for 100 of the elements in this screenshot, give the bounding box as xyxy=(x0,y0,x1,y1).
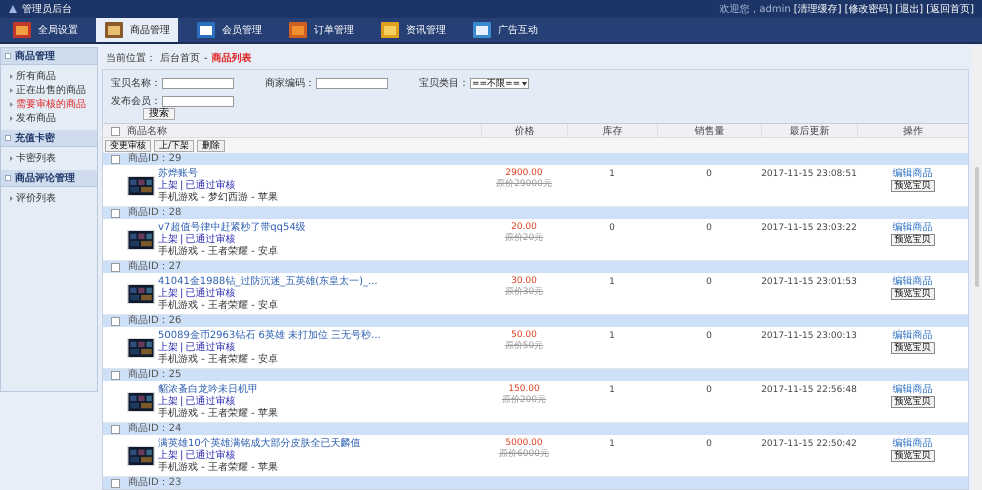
breadcrumb-link[interactable]: 后台首页 xyxy=(160,50,200,66)
input-field[interactable] xyxy=(316,78,388,89)
status-link[interactable]: 上架 xyxy=(158,288,178,300)
sidebar-link[interactable]: 发布商品 xyxy=(10,112,97,125)
product-title[interactable]: 苏烨账号 xyxy=(158,168,278,180)
edit-link[interactable]: 编辑商品 xyxy=(892,438,932,449)
nav-tab[interactable]: 商品管理 xyxy=(96,18,178,42)
checkbox[interactable] xyxy=(111,154,120,164)
input-field[interactable] xyxy=(162,78,234,89)
status-link[interactable]: 上架 xyxy=(158,396,178,408)
dropdown-icon xyxy=(522,82,528,86)
checkbox[interactable] xyxy=(111,262,120,272)
sidebar-link[interactable]: 需要审核的商品 xyxy=(10,98,97,111)
header-link[interactable]: [退出] xyxy=(895,2,924,16)
sidebar-group-header[interactable]: 充值卡密 xyxy=(1,130,97,147)
review-link[interactable]: 已通过审核 xyxy=(185,450,236,462)
preview-button[interactable]: 预览宝贝 xyxy=(890,180,934,192)
header-link[interactable]: [返回首页] xyxy=(926,2,974,16)
sales-count: 0 xyxy=(705,222,713,235)
review-link[interactable]: 已通过审核 xyxy=(185,288,236,300)
preview-button[interactable]: 预览宝贝 xyxy=(890,450,934,462)
updated-time: 2017-11-15 23:01:53 xyxy=(761,276,857,289)
product-title[interactable]: 满英雄10个英雄满铭成大部分皮肤全已天麟值 xyxy=(158,438,361,450)
price: 2900.00 xyxy=(505,168,543,178)
product-id: 商品ID：25 xyxy=(128,370,182,380)
separator: | xyxy=(180,288,184,300)
column-header: 商品名称 xyxy=(127,124,168,139)
preview-button[interactable]: 预览宝贝 xyxy=(890,288,934,300)
checkbox[interactable] xyxy=(111,316,120,326)
status-link[interactable]: 上架 xyxy=(158,180,178,192)
bulk-action-button[interactable]: 删除 xyxy=(197,140,226,152)
sidebar-group-header[interactable]: 商品管理 xyxy=(1,48,97,65)
sales-count: 0 xyxy=(705,438,713,451)
nav-tab[interactable]: 会员管理 xyxy=(188,18,270,42)
nav-tab[interactable]: 全局设置 xyxy=(4,18,86,42)
sidebar-link[interactable]: 正在出售的商品 xyxy=(10,84,97,97)
stock-count: 1 xyxy=(608,330,616,343)
status-link[interactable]: 上架 xyxy=(158,450,178,462)
sales-count: 0 xyxy=(705,168,713,181)
search-button[interactable]: 搜索 xyxy=(143,108,175,120)
sidebar-group-header[interactable]: 商品评论管理 xyxy=(1,170,97,187)
edit-link[interactable]: 编辑商品 xyxy=(892,384,932,395)
original-price: 原价20元 xyxy=(504,233,544,244)
logo-icon xyxy=(8,4,18,14)
header-link[interactable]: [清理缓存] xyxy=(794,2,842,16)
original-price: 原价50元 xyxy=(504,341,544,352)
category-text: 手机游戏 - 梦幻西游 - 苹果 xyxy=(158,192,278,204)
edit-link[interactable]: 编辑商品 xyxy=(892,222,932,233)
header-link[interactable]: [修改密码] xyxy=(844,2,892,16)
tab-icon xyxy=(380,21,400,39)
price: 30.00 xyxy=(511,276,537,286)
review-link[interactable]: 已通过审核 xyxy=(185,234,236,246)
product-title[interactable]: 41041金1988钻_过防沉迷_五英雄(东皇太一)_... xyxy=(158,276,378,288)
tab-icon xyxy=(12,21,32,39)
field-label: 发布会员： xyxy=(111,95,161,108)
sidebar-link[interactable]: 评价列表 xyxy=(10,192,97,205)
breadcrumb-label: 当前位置： xyxy=(106,52,156,66)
preview-button[interactable]: 预览宝贝 xyxy=(890,234,934,246)
checkbox[interactable] xyxy=(111,478,120,488)
edit-link[interactable]: 编辑商品 xyxy=(892,276,932,287)
field-label: 宝贝类目： xyxy=(419,76,469,91)
select-field[interactable]: ==不限== xyxy=(470,78,530,89)
product-id: 商品ID：29 xyxy=(128,154,182,164)
preview-button[interactable]: 预览宝贝 xyxy=(890,396,934,408)
product-title[interactable]: 50089金币2963钻石 6英雄 未打加位 三无号秒... xyxy=(158,330,381,342)
category-text: 手机游戏 - 王者荣耀 - 苹果 xyxy=(158,462,279,474)
sales-count: 0 xyxy=(705,276,713,289)
review-link[interactable]: 已通过审核 xyxy=(185,180,236,192)
tab-icon xyxy=(288,21,308,39)
bulk-action-button[interactable]: 上/下架 xyxy=(154,140,194,152)
nav-tab[interactable]: 订单管理 xyxy=(280,18,362,42)
preview-button[interactable]: 预览宝贝 xyxy=(890,342,934,354)
edit-link[interactable]: 编辑商品 xyxy=(892,168,932,179)
category-text: 手机游戏 - 王者荣耀 - 安卓 xyxy=(158,300,279,312)
review-link[interactable]: 已通过审核 xyxy=(185,342,236,354)
greeting: 欢迎您，admin xyxy=(719,2,791,16)
separator: | xyxy=(180,396,184,408)
product-id: 商品ID：23 xyxy=(128,478,182,488)
bulk-action-button[interactable]: 变更审核 xyxy=(105,140,151,152)
separator: | xyxy=(180,342,184,354)
product-title[interactable]: 貂浓蚤白龙吟未日机甲 xyxy=(158,384,278,396)
product-title[interactable]: v7超值号律中赶紧秒了带qq54级 xyxy=(158,222,306,234)
checkbox[interactable] xyxy=(111,208,120,218)
review-link[interactable]: 已通过审核 xyxy=(185,396,236,408)
price: 5000.00 xyxy=(505,438,543,448)
updated-time: 2017-11-15 23:08:51 xyxy=(761,168,857,181)
original-price: 原价6000元 xyxy=(499,449,549,460)
status-link[interactable]: 上架 xyxy=(158,234,178,246)
status-link[interactable]: 上架 xyxy=(158,342,178,354)
sidebar-link[interactable]: 所有商品 xyxy=(10,70,97,83)
checkbox[interactable] xyxy=(111,370,120,380)
sidebar-link[interactable]: 卡密列表 xyxy=(10,152,97,165)
input-field[interactable] xyxy=(162,96,234,107)
bullet-icon xyxy=(10,74,13,79)
edit-link[interactable]: 编辑商品 xyxy=(892,330,932,341)
nav-tab[interactable]: 广告互动 xyxy=(464,18,546,42)
checkbox[interactable] xyxy=(110,127,120,136)
nav-tab[interactable]: 资讯管理 xyxy=(372,18,454,42)
checkbox[interactable] xyxy=(111,424,120,434)
product-id: 商品ID：27 xyxy=(128,262,182,272)
